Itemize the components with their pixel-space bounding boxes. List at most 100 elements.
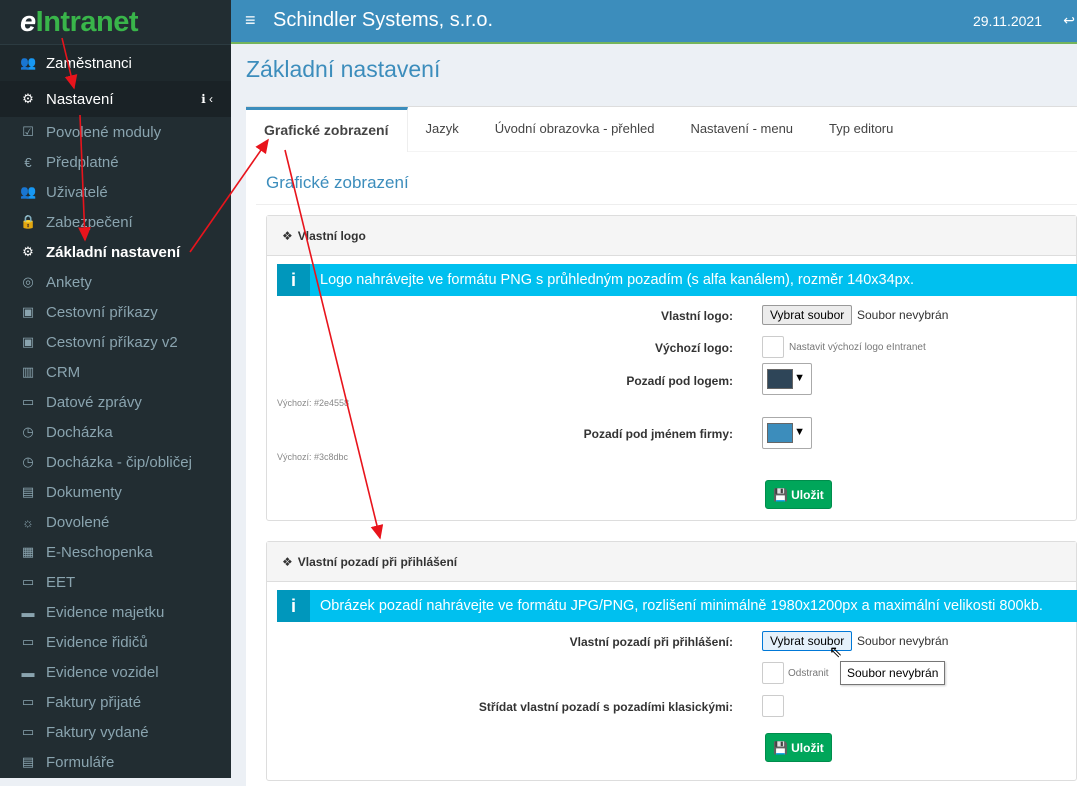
menu-toggle-icon[interactable]: ≡ xyxy=(245,10,256,31)
sidebar-item-dochazka-cip[interactable]: ◷ Docházka - čip/obličej xyxy=(0,447,231,477)
panel-header: ❖ Vlastní logo xyxy=(267,216,1076,256)
cubes-icon: ❖ xyxy=(282,228,293,243)
bg-name-default: Výchozí: #3c8dbc xyxy=(277,452,349,462)
remove-checkbox[interactable] xyxy=(762,662,784,684)
main-content: Základní nastavení Grafické zobrazení Ja… xyxy=(231,46,1077,786)
sidebar-item-cestovni-prikazy-v2[interactable]: ▣ Cestovní příkazy v2 xyxy=(0,327,231,357)
sidebar-item-dokumenty[interactable]: ▤ Dokumenty xyxy=(0,477,231,507)
sidebar-item-uzivatele[interactable]: 👥 Uživatelé xyxy=(0,177,231,207)
custom-bg-label: Vlastní pozadí při přihlášení: xyxy=(569,635,733,649)
caret-down-icon: ▼ xyxy=(794,372,805,384)
color-swatch xyxy=(767,369,793,389)
bg-logo-label: Pozadí pod logem: xyxy=(626,374,733,388)
sidebar-item-faktury-vydane[interactable]: ▭ Faktury vydané xyxy=(0,717,231,747)
sidebar-item-dovolene[interactable]: ☼ Dovolené xyxy=(0,507,231,537)
info-icon[interactable]: ℹ ‹ xyxy=(201,92,213,106)
default-logo-label: Výchozí logo: xyxy=(655,341,733,355)
sidebar-item-cestovni-prikazy[interactable]: ▣ Cestovní příkazy xyxy=(0,297,231,327)
info-alert: i Logo nahrávejte ve formátu PNG s průhl… xyxy=(277,264,1077,296)
car-icon: ▬ xyxy=(21,664,35,680)
sidebar-item-formulare[interactable]: ▤ Formuláře xyxy=(0,747,231,777)
info-alert: i Obrázek pozadí nahrávejte ve formátu J… xyxy=(277,590,1077,622)
archive-icon: ▬ xyxy=(21,604,35,620)
choose-file-button[interactable]: Vybrat soubor xyxy=(762,305,853,325)
sidebar-item-ankety[interactable]: ◎ Ankety xyxy=(0,267,231,297)
users-icon: 👥 xyxy=(20,55,37,70)
users-icon: 👥 xyxy=(20,184,37,199)
remove-label: Odstranit xyxy=(788,668,829,679)
sidebar-item-evidence-ridicu[interactable]: ▭ Evidence řidičů xyxy=(0,627,231,657)
sidebar-item-faktury-prijate[interactable]: ▭ Faktury přijaté xyxy=(0,687,231,717)
credit-card-icon: ▭ xyxy=(21,724,35,739)
word-file-icon: ▤ xyxy=(21,484,35,499)
bullseye-icon: ◎ xyxy=(22,274,34,289)
save-button[interactable]: 💾 Uložit xyxy=(765,733,832,762)
euro-icon: € xyxy=(24,154,32,170)
custom-logo-label: Vlastní logo: xyxy=(661,309,733,323)
tab-jazyk[interactable]: Jazyk xyxy=(408,107,477,152)
check-square-icon: ☑ xyxy=(22,124,34,139)
save-button[interactable]: 💾 Uložit xyxy=(765,480,832,509)
bg-name-label: Pozadí pod jménem firmy: xyxy=(583,427,733,441)
clock-icon: ◷ xyxy=(22,424,34,439)
sidebar-item-label: Nastavení xyxy=(46,90,114,108)
floppy-icon: 💾 xyxy=(773,740,789,755)
sidebar-item-zakladni-nastaveni[interactable]: ⚙ Základní nastavení xyxy=(0,237,231,267)
credit-card-icon: ▭ xyxy=(21,694,35,709)
list-icon: ▤ xyxy=(21,754,35,769)
tab-typ-editoru[interactable]: Typ editoru xyxy=(811,107,911,152)
tab-nastaveni-menu[interactable]: Nastavení - menu xyxy=(672,107,811,152)
sidebar-item-povolene-moduly[interactable]: ☑ Povolené moduly xyxy=(0,117,231,147)
monitor-icon: ▭ xyxy=(21,574,35,589)
mouse-cursor-icon: ⇖ xyxy=(829,644,843,661)
sidebar-item-nastaveni[interactable]: ⚙ Nastavení ℹ ‹ xyxy=(0,81,231,117)
file-status: Soubor nevybrán xyxy=(857,308,949,322)
panel-header: ❖ Vlastní pozadí při přihlášení xyxy=(267,542,1076,582)
login-background-panel: ❖ Vlastní pozadí při přihlášení i Obráze… xyxy=(266,541,1077,781)
color-swatch xyxy=(767,423,793,443)
alternate-bg-label: Střídat vlastní pozadí s pozadími klasic… xyxy=(478,700,733,714)
train-icon: ▣ xyxy=(21,334,35,349)
medical-file-icon: ▦ xyxy=(21,544,35,559)
tabs-box: Grafické zobrazení Jazyk Úvodní obrazovk… xyxy=(246,106,1077,786)
sidebar-item-evidence-majetku[interactable]: ▬ Evidence majetku xyxy=(0,597,231,627)
current-date: 29.11.2021 xyxy=(972,13,1042,29)
sidebar-item-zamestnanci[interactable]: 👥 Zaměstnanci xyxy=(0,44,231,81)
sidebar-item-predplatne[interactable]: € Předplatné xyxy=(0,147,231,177)
sidebar-item-label: Zaměstnanci xyxy=(46,54,132,72)
floppy-icon: 💾 xyxy=(773,487,789,502)
company-name: Schindler Systems, s.r.o. xyxy=(273,9,494,31)
bg-name-color-picker[interactable]: ▼ xyxy=(762,417,812,449)
app-logo[interactable]: e Intranet xyxy=(0,0,231,44)
logo-panel: ❖ Vlastní logo i Logo nahrávejte ve form… xyxy=(266,215,1077,521)
tab-bar: Grafické zobrazení Jazyk Úvodní obrazovk… xyxy=(246,107,1077,152)
page-title: Základní nastavení xyxy=(246,56,441,82)
chevron-left-icon: ‹ xyxy=(209,92,213,106)
default-logo-checkbox[interactable] xyxy=(762,336,784,358)
default-logo-hint: Nastavit výchozí logo eIntranet xyxy=(789,342,926,353)
bg-logo-color-picker[interactable]: ▼ xyxy=(762,363,812,395)
caret-down-icon: ▼ xyxy=(794,426,805,438)
inbox-icon: ▭ xyxy=(21,394,35,409)
alternate-bg-checkbox[interactable] xyxy=(762,695,784,717)
train-icon: ▣ xyxy=(21,304,35,319)
id-card-icon: ▭ xyxy=(21,634,35,649)
sidebar-item-eet[interactable]: ▭ EET xyxy=(0,567,231,597)
bg-logo-default: Výchozí: #2e4558 xyxy=(277,398,350,408)
cubes-icon: ❖ xyxy=(282,554,293,569)
tab-graficke-zobrazeni[interactable]: Grafické zobrazení xyxy=(246,107,408,152)
sidebar-item-crm[interactable]: ▥ CRM xyxy=(0,357,231,387)
sidebar-item-datove-zpravy[interactable]: ▭ Datové zprávy xyxy=(0,387,231,417)
sidebar-item-evidence-vozidel[interactable]: ▬ Evidence vozidel xyxy=(0,657,231,687)
cogs-icon: ⚙ xyxy=(22,244,34,259)
clock-icon: ◷ xyxy=(22,454,34,469)
sun-icon: ☼ xyxy=(22,514,34,530)
building-icon: ▥ xyxy=(21,364,35,379)
share-icon[interactable]: ↩ xyxy=(1063,12,1075,29)
info-icon: i xyxy=(277,590,310,622)
sidebar-item-zabezpeceni[interactable]: 🔒 Zabezpečení xyxy=(0,207,231,237)
sidebar-item-e-neschopenka[interactable]: ▦ E-Neschopenka xyxy=(0,537,231,567)
section-title: Grafické zobrazení xyxy=(266,173,409,192)
tab-uvodni-obrazovka[interactable]: Úvodní obrazovka - přehled xyxy=(477,107,673,152)
sidebar-item-dochazka[interactable]: ◷ Docházka xyxy=(0,417,231,447)
